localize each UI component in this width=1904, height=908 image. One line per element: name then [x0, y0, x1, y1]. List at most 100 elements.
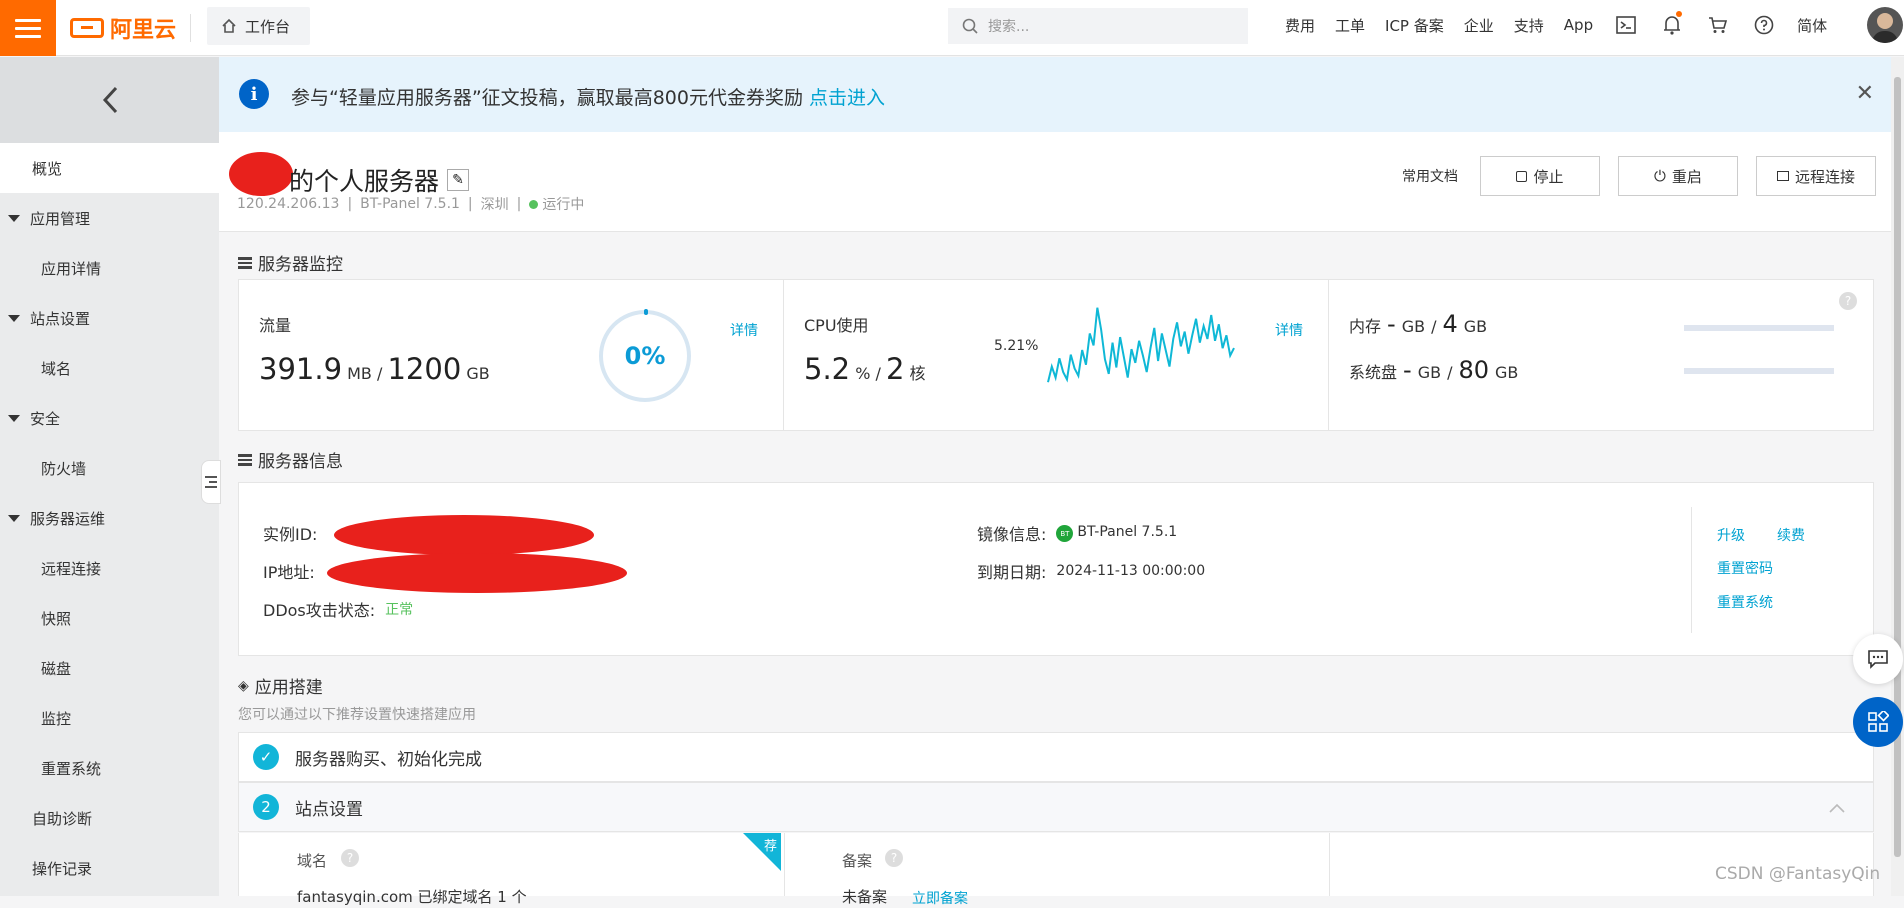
sidebar-item-app-detail[interactable]: 应用详情 [0, 243, 219, 293]
nav-enterprise[interactable]: 企业 [1454, 15, 1504, 36]
grid-icon [1868, 711, 1889, 732]
expire-value: 2024-11-13 00:00:00 [1056, 563, 1206, 579]
nav-icp[interactable]: ICP 备案 [1375, 15, 1454, 36]
sidebar-item-reset-system[interactable]: 重置系统 [0, 743, 219, 793]
memory-row: 内存 - GB / 4 GB [1349, 310, 1487, 338]
traffic-card: 流量 391.9 MB / 1200 GB 0% 详情 [239, 280, 784, 430]
sidebar-item-firewall[interactable]: 防火墙 [0, 443, 219, 493]
help-icon[interactable]: ? [885, 849, 903, 867]
redaction-mark [229, 152, 293, 196]
sidebar-collapse-handle[interactable] [201, 460, 221, 504]
help-icon[interactable]: ? [1839, 292, 1857, 310]
notice-message: 参与“轻量应用服务器”征文投稿，赢取最高800元代金券奖励 [291, 87, 803, 109]
terminal-icon[interactable] [1603, 16, 1649, 34]
section-title-text: 服务器信息 [258, 452, 343, 472]
avatar[interactable] [1867, 7, 1903, 43]
server-icon [238, 256, 252, 269]
restart-button[interactable]: ⏻ 重启 [1618, 156, 1738, 196]
slash: / [377, 364, 383, 383]
cpu-detail-link[interactable]: 详情 [1275, 320, 1303, 340]
sidebar-item-self-diagnose[interactable]: 自助诊断 [0, 793, 219, 843]
server-ip: 120.24.206.13 [237, 196, 340, 212]
slash: / [1447, 363, 1453, 382]
nav-support[interactable]: 支持 [1504, 15, 1554, 36]
help-icon[interactable] [1741, 15, 1787, 35]
sidebar-item-monitor[interactable]: 监控 [0, 693, 219, 743]
search-input[interactable]: 搜索... [948, 8, 1248, 44]
caret-down-icon [8, 214, 20, 222]
sidebar-group-app-mgmt[interactable]: 应用管理 [0, 193, 219, 243]
close-icon[interactable]: ✕ [1856, 81, 1874, 106]
sidebar-item-overview[interactable]: 概览 [0, 143, 219, 193]
traffic-label: 流量 [259, 316, 292, 335]
sidebar-item-disk[interactable]: 磁盘 [0, 643, 219, 693]
bell-icon[interactable] [1649, 11, 1695, 35]
sidebar-group-security[interactable]: 安全 [0, 393, 219, 443]
image-label: 镜像信息: [977, 525, 1047, 544]
page-scrollbar[interactable] [1891, 57, 1904, 896]
back-button[interactable] [0, 57, 219, 143]
image-value: BT-Panel 7.5.1 [1077, 523, 1178, 540]
divider [784, 833, 785, 896]
chat-button[interactable] [1853, 634, 1903, 684]
search-placeholder: 搜索... [988, 19, 1030, 35]
sidebar-group-site-settings[interactable]: 站点设置 [0, 293, 219, 343]
traffic-used: 391.9 [259, 352, 343, 386]
memory-label: 内存 [1349, 317, 1382, 336]
caret-down-icon [8, 414, 20, 422]
aliyun-logo-mark [70, 18, 104, 38]
nav-fees[interactable]: 费用 [1275, 15, 1325, 36]
cart-icon[interactable] [1695, 16, 1741, 34]
traffic-total: 1200 [387, 352, 462, 386]
edit-icon[interactable]: ✎ [447, 169, 470, 191]
upgrade-link[interactable]: 升级 [1717, 525, 1745, 545]
traffic-total-unit: GB [466, 364, 490, 383]
layers-icon: ◈ [238, 677, 249, 694]
language-switch[interactable]: 简体 [1787, 15, 1837, 36]
hamburger-menu-button[interactable] [0, 0, 56, 56]
notice-link[interactable]: 点击进入 [809, 87, 885, 109]
sidebar-group-ops[interactable]: 服务器运维 [0, 493, 219, 543]
sidebar-item-label: 自助诊断 [32, 809, 93, 828]
build-step-2[interactable]: 2 站点设置 [238, 782, 1874, 832]
sidebar-item-label: 监控 [41, 709, 72, 728]
caret-down-icon [8, 514, 20, 522]
sidebar-item-label: 重置系统 [41, 759, 102, 778]
aliyun-logo[interactable]: 阿里云 [70, 12, 176, 44]
domain-label: 域名 [297, 852, 328, 870]
apps-button[interactable] [1853, 697, 1903, 747]
step-label: 站点设置 [295, 799, 363, 820]
icp-label: 备案 [842, 852, 873, 870]
chevron-up-icon[interactable] [1829, 803, 1845, 813]
stop-button[interactable]: 停止 [1480, 156, 1600, 196]
icp-link[interactable]: 立即备案 [912, 888, 968, 908]
traffic-detail-link[interactable]: 详情 [730, 320, 758, 340]
nav-tickets[interactable]: 工单 [1325, 15, 1375, 36]
nav-app[interactable]: App [1554, 16, 1603, 34]
help-icon[interactable]: ? [341, 849, 359, 867]
reset-password-link[interactable]: 重置密码 [1717, 558, 1773, 578]
sidebar-item-label: 域名 [41, 359, 72, 378]
cpu-card: CPU使用 5.2 % / 2 核 5.21% 详情 [784, 280, 1329, 430]
section-title-text: 应用搭建 [254, 678, 323, 698]
sidebar-item-remote[interactable]: 远程连接 [0, 543, 219, 593]
monitor-panel: 流量 391.9 MB / 1200 GB 0% 详情 CPU使用 5.2 % … [238, 279, 1874, 431]
step-label: 服务器购买、初始化完成 [295, 749, 482, 770]
reset-system-link[interactable]: 重置系统 [1717, 592, 1773, 612]
sidebar-item-domain[interactable]: 域名 [0, 343, 219, 393]
sidebar-item-snapshot[interactable]: 快照 [0, 593, 219, 643]
docs-link[interactable]: 常用文档 [1402, 166, 1458, 186]
site-settings-panel: 域名 ? 荐 fantasyqin.com 已绑定域名 1 个 备案 ? 未备案… [238, 833, 1874, 907]
notice-text: 参与“轻量应用服务器”征文投稿，赢取最高800元代金券奖励 点击进入 [291, 83, 885, 110]
sidebar-item-op-log[interactable]: 操作记录 [0, 843, 219, 893]
disk-row: 系统盘 - GB / 80 GB [1349, 356, 1518, 384]
renew-link[interactable]: 续费 [1777, 525, 1805, 545]
remote-connect-button[interactable]: 远程连接 [1756, 156, 1876, 196]
sidebar-item-label: 快照 [41, 609, 72, 628]
caret-down-icon [8, 314, 20, 322]
meta-separator: | [467, 196, 473, 212]
sidebar-item-label: 站点设置 [30, 309, 91, 328]
workbench-button[interactable]: 工作台 [207, 7, 310, 45]
build-step-1[interactable]: ✓ 服务器购买、初始化完成 [238, 732, 1874, 782]
restart-label: 重启 [1671, 167, 1702, 186]
